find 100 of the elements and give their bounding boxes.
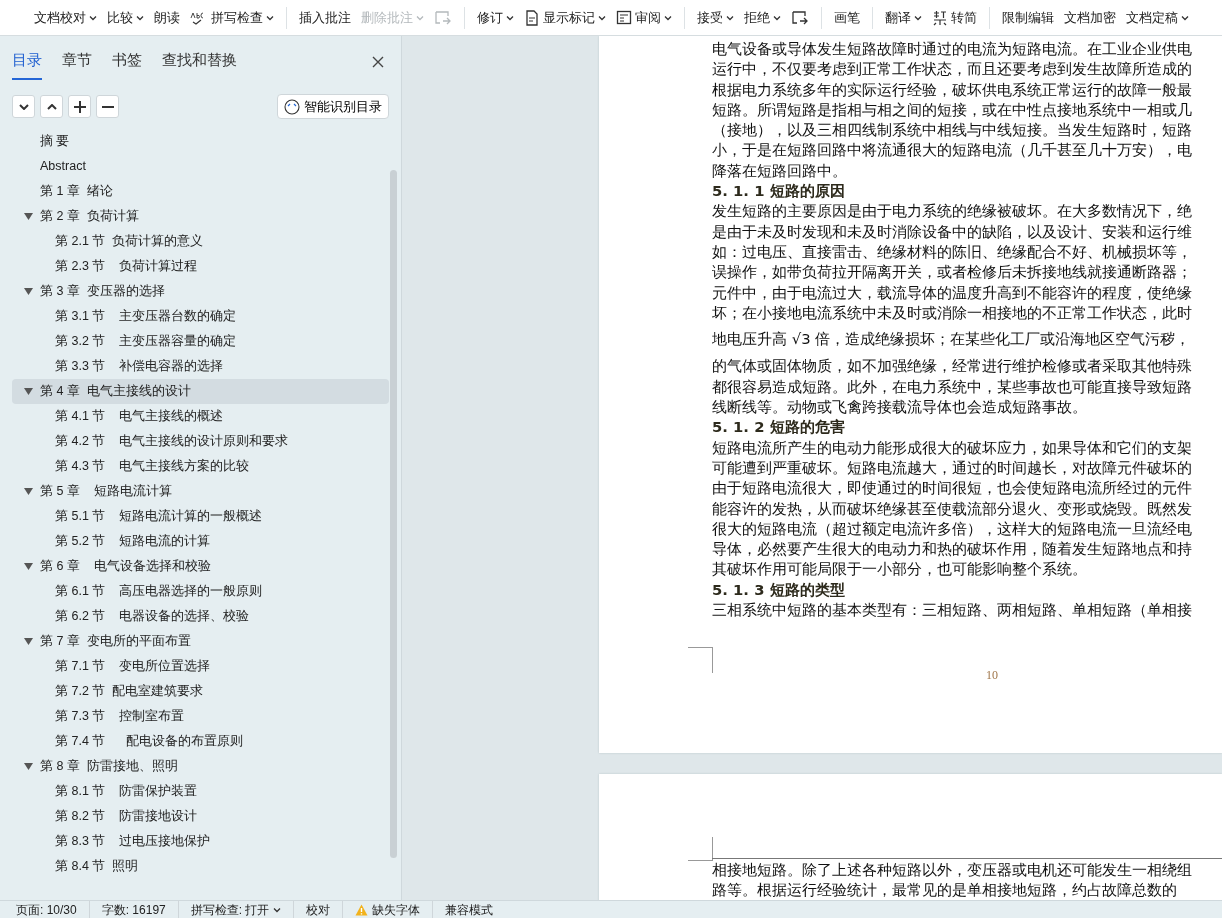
expand-toggle-icon[interactable]	[24, 213, 33, 221]
toc-item[interactable]: 第 6.2 节 电器设备的选择、校验	[12, 604, 389, 630]
toc-label: 第 7.1 节 变电所位置选择	[55, 658, 211, 676]
toc-item[interactable]: 第 8.3 节 过电压接地保护	[12, 829, 389, 855]
sidebar-tab[interactable]: 章节	[62, 50, 92, 80]
text-line: 坏；在小接地电流系统中未及时或消除一相接地的不正常工作状态，此时	[712, 302, 1193, 323]
status-item[interactable]: 缺失字体	[343, 900, 434, 918]
caret-icon	[726, 14, 734, 21]
toc-item[interactable]: 第 7.4 节 配电设备的布置原则	[12, 729, 389, 755]
toc-item[interactable]: 第 1 章 绪论	[12, 179, 389, 205]
crop-mark	[688, 647, 713, 674]
toolbar-button[interactable]: 比较	[103, 5, 148, 30]
toc-label: 第 7.3 节 控制室布置	[55, 708, 185, 726]
text-line: 电气设备或导体发生短路故障时通过的电流为短路电流。在工业企业供电	[712, 39, 1193, 59]
smart-toc-button[interactable]: 智能识别目录	[277, 93, 389, 120]
text-line: 的气体或固体物质，如不加强绝缘，经常进行维护检修或者采取其他特殊	[712, 356, 1193, 377]
caret-icon	[266, 14, 274, 21]
toc-item[interactable]: 第 5 章 短路电流计算	[12, 479, 389, 505]
toc-item[interactable]: 摘 要	[12, 129, 389, 155]
toc-item[interactable]: 第 8.4 节 照明	[12, 854, 389, 880]
sidebar-tab[interactable]: 书签	[112, 50, 142, 80]
toolbar-button[interactable]: 接受	[693, 5, 738, 30]
caret-icon	[416, 14, 424, 21]
toolbar-button[interactable]: 限制编辑	[998, 5, 1058, 30]
toc-item[interactable]: 第 8.1 节 防雷保护装置	[12, 779, 389, 805]
toc-item[interactable]: 第 3.3 节 补偿电容器的选择	[12, 354, 389, 380]
toc-item[interactable]: 第 8.2 节 防雷接地设计	[12, 804, 389, 830]
toc-item[interactable]: 第 5.1 节 短路电流计算的一般概述	[12, 504, 389, 530]
remove-button[interactable]	[96, 95, 119, 118]
toolbar-button[interactable]: 拼写检查	[186, 5, 278, 30]
toc-item[interactable]: 第 5.2 节 短路电流的计算	[12, 529, 389, 555]
toolbar-button[interactable]: 显示标记	[520, 5, 610, 30]
sidebar-tab[interactable]: 目录	[12, 50, 42, 80]
toc-item[interactable]: 第 3.2 节 主变压器容量的确定	[12, 329, 389, 355]
toc-label: Abstract	[40, 158, 86, 176]
toc-label: 第 2 章 负荷计算	[40, 208, 139, 226]
toc-item[interactable]: 第 2.3 节 负荷计算过程	[12, 254, 389, 280]
minus-icon	[101, 105, 114, 108]
expand-toggle-icon[interactable]	[24, 388, 33, 396]
caret-icon	[136, 14, 144, 21]
toolbar-button[interactable]: 拒绝	[740, 5, 785, 30]
toc-item[interactable]: 第 4 章 电气主接线的设计	[12, 379, 389, 405]
caret-icon	[89, 14, 97, 21]
status-item[interactable]: 校对	[294, 900, 344, 918]
text-line: 地电压升高 √3 倍，造成绝缘损坏；在某些化工厂或沿海地区空气污秽，	[712, 329, 1192, 350]
toc-item[interactable]: 第 4.1 节 电气主接线的概述	[12, 404, 389, 430]
section-heading: 5. 1. 2 短路的危害	[712, 417, 846, 438]
toc-item[interactable]: 第 6 章 电气设备选择和校验	[12, 554, 389, 580]
expand-toggle-icon[interactable]	[24, 288, 33, 296]
collapse-button[interactable]	[40, 95, 63, 118]
toolbar-button[interactable]: 文档加密	[1060, 5, 1120, 30]
text-line: 路等。根据运行经验统计，最常见的是单相接地短路，约占故障总数的	[712, 880, 1178, 900]
toc-item[interactable]: 第 4.2 节 电气主接线的设计原则和要求	[12, 429, 389, 455]
toolbar-button[interactable]: 画笔	[830, 5, 864, 30]
toc-item[interactable]: 第 7 章 变电所的平面布置	[12, 629, 389, 655]
expand-toggle-icon[interactable]	[24, 488, 33, 496]
add-button[interactable]	[68, 95, 91, 118]
toc-label: 第 4.1 节 电气主接线的概述	[55, 408, 224, 426]
text-line: 根据电力系统多年的实际运行经验，破坏供电系统正常运行的故障一般最	[712, 79, 1193, 100]
toolbar-button[interactable]: 朗读	[150, 5, 184, 30]
text-line: 短路。所谓短路是指相与相之间的短接，或在中性点接地系统中一相或几	[712, 99, 1193, 120]
close-icon[interactable]	[371, 54, 385, 69]
text-line: 是由于未及时发现和未及时消除设备中的缺陷，以及设计、安装和运行维	[712, 221, 1193, 242]
toolbar-button[interactable]: 翻译	[881, 5, 926, 30]
scrollbar-thumb[interactable]	[390, 170, 397, 858]
toc-label: 第 5.2 节 短路电流的计算	[55, 533, 211, 551]
toolbar-button[interactable]: 转简	[928, 5, 981, 30]
text-line: 降落在短路回路中。	[712, 160, 848, 181]
toc-label: 第 4.3 节 电气主接线方案的比较	[55, 458, 250, 476]
toolbar-button[interactable]: 审阅	[612, 5, 676, 30]
toc-item[interactable]: 第 4.3 节 电气主接线方案的比较	[12, 454, 389, 480]
sidebar-tab[interactable]: 查找和替换	[162, 50, 237, 80]
text-line: 导体，必然要产生很大的电动力和热的破坏作用，随着发生短路地点和持	[712, 539, 1193, 560]
comment-arrow-icon	[791, 9, 809, 26]
expand-button[interactable]	[12, 95, 35, 118]
toc-item[interactable]: 第 3.1 节 主变压器台数的确定	[12, 304, 389, 330]
toc-item[interactable]: 第 7.3 节 控制室布置	[12, 704, 389, 730]
expand-toggle-icon[interactable]	[24, 763, 33, 771]
text-line: 发生短路的主要原因是由于电力系统的绝缘被破坏。在大多数情况下，绝	[712, 201, 1193, 222]
toolbar-button[interactable]: 修订	[473, 5, 518, 30]
toc-item[interactable]: 第 2.1 节 负荷计算的意义	[12, 229, 389, 255]
expand-toggle-icon[interactable]	[24, 563, 33, 571]
toc-item[interactable]: Abstract	[12, 154, 389, 180]
toolbar-button[interactable]: 文档校对	[30, 5, 101, 30]
toc-item[interactable]: 第 6.1 节 高压电器选择的一般原则	[12, 579, 389, 605]
toc-item[interactable]: 第 7.1 节 变电所位置选择	[12, 654, 389, 680]
caret-icon	[664, 14, 672, 21]
status-item[interactable]: 拼写检查: 打开	[178, 900, 295, 918]
crop-mark	[688, 837, 713, 861]
status-item[interactable]: 字数: 16197	[89, 900, 179, 918]
status-item[interactable]: 兼容模式	[433, 900, 506, 918]
toc-item[interactable]: 第 3 章 变压器的选择	[12, 279, 389, 305]
toc-item[interactable]: 第 2 章 负荷计算	[12, 204, 389, 230]
toc-item[interactable]: 第 7.2 节 配电室建筑要求	[12, 679, 389, 705]
status-item[interactable]: 页面: 10/30	[4, 900, 90, 918]
toolbar-button[interactable]: 插入批注	[295, 5, 355, 30]
toolbar-button[interactable]: 文档定稿	[1122, 5, 1193, 30]
expand-toggle-icon[interactable]	[24, 638, 33, 646]
comment-arrow-icon	[434, 9, 452, 26]
toc-item[interactable]: 第 8 章 防雷接地、照明	[12, 754, 389, 780]
